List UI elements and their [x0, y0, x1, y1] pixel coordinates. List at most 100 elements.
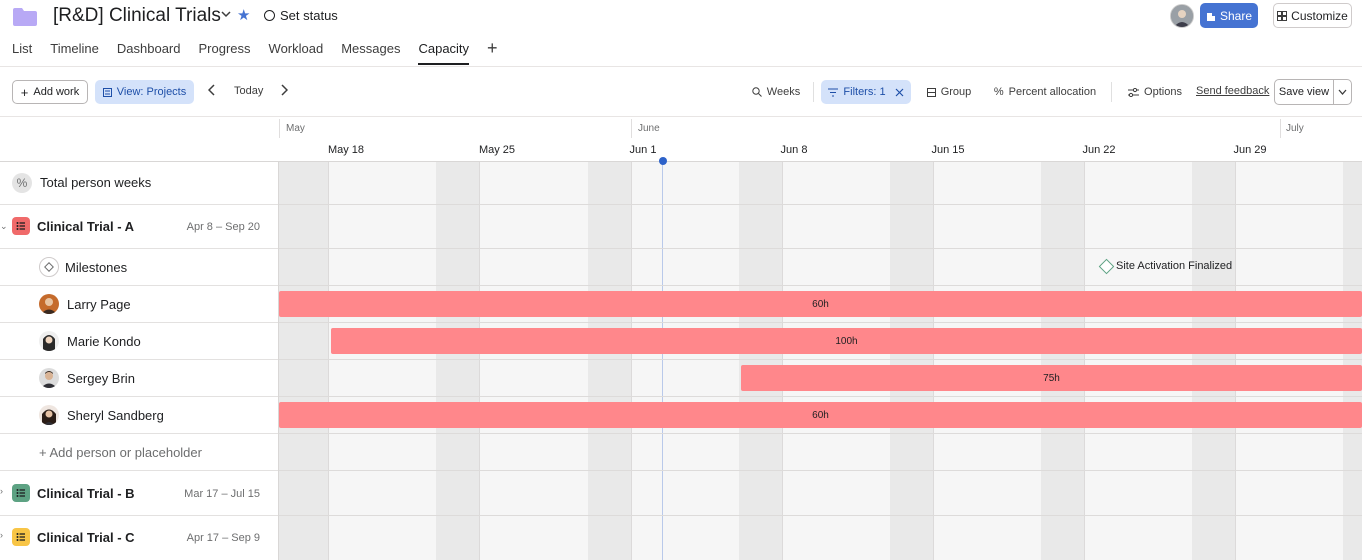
sliders-icon	[1128, 87, 1140, 97]
week-gridline	[933, 162, 934, 560]
allocation-bar[interactable]: 100h	[331, 328, 1362, 354]
project-name[interactable]: Clinical Trial - C	[37, 530, 135, 545]
view-projects-button[interactable]: View: Projects	[95, 80, 194, 104]
week-gridline	[1235, 162, 1236, 560]
expand-caret-icon[interactable]: ›	[0, 486, 3, 496]
add-person-button[interactable]: + Add person or placeholder	[39, 445, 202, 460]
save-view-label[interactable]: Save view	[1275, 80, 1334, 104]
add-tab-button[interactable]: +	[487, 39, 498, 65]
project-name[interactable]: Clinical Trial - B	[37, 486, 135, 501]
allocation-bar[interactable]: 75h	[741, 365, 1362, 391]
total-row: % Total person weeks	[0, 162, 278, 205]
person-row[interactable]: Larry Page	[0, 286, 278, 323]
filters-label: Filters: 1	[843, 86, 886, 98]
add-work-label: Add work	[33, 86, 80, 98]
allocation-bar[interactable]: 60h	[279, 291, 1362, 317]
weeks-zoom-button[interactable]: Weeks	[751, 80, 801, 104]
project-name[interactable]: Clinical Trial - A	[37, 219, 134, 234]
row-divider	[279, 515, 1362, 516]
tab-dashboard[interactable]: Dashboard	[117, 41, 181, 65]
avatar[interactable]	[1170, 4, 1194, 28]
tab-timeline[interactable]: Timeline	[50, 41, 99, 65]
week-gridline	[479, 162, 480, 560]
week-label: Jun 22	[1082, 144, 1116, 156]
add-work-button[interactable]: + Add work	[12, 80, 88, 104]
today-line	[662, 162, 663, 560]
customize-label: Customize	[1291, 8, 1348, 23]
add-person-row[interactable]: + Add person or placeholder	[0, 434, 278, 471]
milestones-row: Milestones	[0, 249, 278, 286]
allocation-bar[interactable]: 60h	[279, 402, 1362, 428]
milestone-marker[interactable]: Site Activation Finalized	[1098, 258, 1233, 274]
avatar	[39, 294, 59, 314]
weekend-shade	[279, 162, 328, 560]
percent-icon: %	[993, 86, 1004, 98]
tab-list[interactable]: List	[12, 41, 32, 65]
percent-allocation-label: Percent allocation	[1008, 86, 1097, 98]
today-marker	[659, 157, 667, 165]
chevron-down-icon[interactable]	[220, 8, 232, 20]
weekend-shade	[739, 162, 783, 560]
row-divider	[279, 470, 1362, 471]
customize-button[interactable]: Customize	[1273, 3, 1352, 28]
total-label: Total person weeks	[40, 175, 152, 190]
project-list-icon	[12, 528, 30, 546]
share-button[interactable]: Share	[1200, 3, 1258, 28]
avatar	[39, 405, 59, 425]
week-label: Jun 8	[780, 144, 808, 156]
set-status-button[interactable]: Set status	[264, 8, 338, 23]
percent-allocation-button[interactable]: % Percent allocation	[993, 80, 1097, 104]
milestone-icon	[39, 257, 59, 277]
tab-progress[interactable]: Progress	[199, 41, 251, 65]
person-row[interactable]: Sheryl Sandberg	[0, 397, 278, 434]
person-name[interactable]: Sergey Brin	[67, 371, 135, 386]
person-name[interactable]: Larry Page	[67, 297, 131, 312]
filter-icon	[828, 88, 839, 96]
group-button[interactable]: Group	[926, 80, 972, 104]
expand-caret-icon[interactable]: ›	[0, 530, 3, 540]
chevron-left-icon[interactable]	[207, 84, 216, 99]
milestone-diamond-icon	[1098, 258, 1115, 274]
chevron-down-icon[interactable]	[1334, 80, 1351, 104]
weekend-shade	[436, 162, 480, 560]
milestone-label: Site Activation Finalized	[1116, 260, 1233, 272]
star-icon[interactable]: ★	[237, 6, 250, 24]
tab-capacity[interactable]: Capacity	[418, 41, 470, 65]
person-name[interactable]: Marie Kondo	[67, 334, 141, 349]
percent-icon: %	[12, 173, 32, 193]
weekend-shade	[588, 162, 632, 560]
milestones-label: Milestones	[65, 260, 128, 275]
avatar	[39, 331, 59, 351]
save-view-button[interactable]: Save view	[1274, 79, 1352, 105]
project-list-icon	[12, 484, 30, 502]
project-list-icon	[12, 217, 30, 235]
row-divider	[279, 322, 1362, 323]
project-title: [R&D] Clinical Trials	[53, 5, 221, 26]
send-feedback-link[interactable]: Send feedback	[1196, 85, 1269, 97]
filters-button[interactable]: Filters: 1	[821, 80, 911, 104]
project-row[interactable]: ⌄ Clinical Trial - A Apr 8 – Sep 20	[0, 205, 278, 249]
zoom-icon	[752, 87, 762, 97]
month-divider	[631, 119, 632, 138]
tab-workload[interactable]: Workload	[269, 41, 324, 65]
week-label: Jun 15	[931, 144, 965, 156]
close-icon[interactable]	[895, 88, 904, 97]
week-label: Jun 29	[1233, 144, 1267, 156]
set-status-label: Set status	[280, 8, 338, 23]
project-row[interactable]: › Clinical Trial - C Apr 17 – Sep 9	[0, 516, 278, 560]
person-row[interactable]: Sergey Brin	[0, 360, 278, 397]
today-button[interactable]: Today	[234, 85, 263, 97]
person-row[interactable]: Marie Kondo	[0, 323, 278, 360]
capacity-grid[interactable]: Site Activation Finalized 60h 100h 75h 6…	[279, 162, 1362, 560]
month-divider	[1280, 119, 1281, 138]
options-button[interactable]: Options	[1127, 80, 1183, 104]
expand-caret-icon[interactable]: ⌄	[0, 221, 8, 232]
month-divider	[279, 119, 280, 138]
project-dates: Apr 17 – Sep 9	[186, 532, 260, 544]
weekend-shade	[1343, 162, 1362, 560]
tab-messages[interactable]: Messages	[341, 41, 400, 65]
group-label: Group	[940, 86, 972, 98]
person-name[interactable]: Sheryl Sandberg	[67, 408, 164, 423]
project-row[interactable]: › Clinical Trial - B Mar 17 – Jul 15	[0, 471, 278, 516]
chevron-right-icon[interactable]	[280, 84, 289, 99]
